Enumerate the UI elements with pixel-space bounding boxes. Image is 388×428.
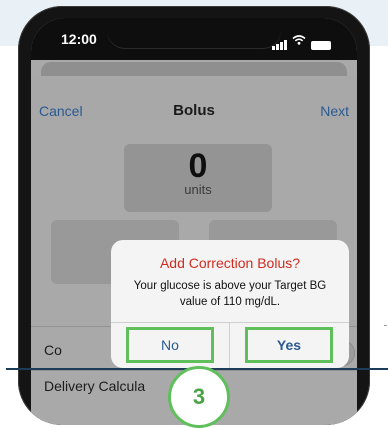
next-button[interactable]: Next — [320, 103, 349, 119]
step-number-badge: 3 — [168, 366, 230, 428]
alert-divider — [111, 322, 349, 323]
alert-title: Add Correction Bolus? — [159, 255, 301, 271]
no-button[interactable]: No — [126, 327, 214, 363]
phone-notch — [107, 18, 281, 48]
phone-screen: 12:00 Cancel Bolus Next 0 units Co Deliv… — [31, 18, 357, 425]
alert-button-divider — [229, 322, 230, 368]
units-value: 0 — [188, 147, 208, 185]
units-display[interactable]: 0 units — [124, 144, 272, 212]
nav-bar: Cancel Bolus Next — [31, 76, 357, 120]
alert-message: Your glucose is above your Target BG val… — [133, 280, 327, 308]
correction-alert-dialog: Add Correction Bolus? Your glucose is ab… — [111, 240, 349, 368]
delivery-calculation-label[interactable]: Delivery Calcula — [44, 378, 145, 394]
wifi-icon — [292, 32, 306, 50]
yes-button[interactable]: Yes — [245, 327, 333, 363]
status-bar: 12:00 — [31, 18, 357, 60]
signal-icon — [272, 40, 287, 50]
sheet-background-edge — [41, 62, 347, 76]
status-time: 12:00 — [61, 31, 97, 47]
edge-tick — [384, 325, 387, 326]
page-title: Bolus — [173, 102, 215, 119]
phone-frame: 12:00 Cancel Bolus Next 0 units Co Deliv… — [18, 6, 370, 425]
correction-row-label: Co — [44, 342, 62, 358]
units-label: units — [184, 182, 212, 197]
battery-icon — [311, 41, 331, 50]
status-icons — [272, 32, 331, 50]
